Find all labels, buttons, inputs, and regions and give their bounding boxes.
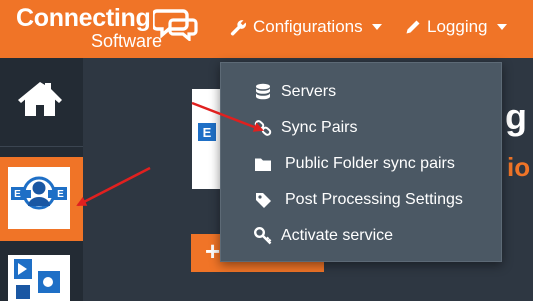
nav-logging[interactable]: Logging xyxy=(405,14,507,40)
svg-text:E: E xyxy=(14,189,21,200)
sidebar-divider xyxy=(0,146,83,147)
nav-configurations[interactable]: Configurations xyxy=(230,14,382,40)
svg-text:E: E xyxy=(57,189,64,200)
folder-icon xyxy=(253,154,273,174)
page-heading-partial: g xyxy=(505,96,527,137)
page-subheading-partial: io xyxy=(507,152,531,182)
brand-subtitle: Software xyxy=(91,31,163,51)
caret-down-icon xyxy=(371,24,382,30)
home-icon[interactable] xyxy=(16,80,64,118)
menu-item-activate-service-label: Activate service xyxy=(281,227,394,244)
sharepoint-sync-icon[interactable] xyxy=(8,255,70,301)
annotation-arrow-sidebar xyxy=(76,166,151,207)
brand-logo[interactable]: Connecting Software xyxy=(16,4,206,54)
svg-text:E: E xyxy=(203,125,212,140)
wrench-icon xyxy=(230,19,246,35)
menu-item-servers-label: Servers xyxy=(281,83,337,100)
menu-item-sync-pairs[interactable]: Sync Pairs xyxy=(221,112,501,144)
brand-name: Connecting xyxy=(16,4,151,32)
add-plus-label: + xyxy=(205,236,221,266)
key-icon xyxy=(253,226,273,246)
menu-item-post-processing-label: Post Processing Settings xyxy=(285,191,463,208)
menu-item-public-folder-sync-pairs[interactable]: Public Folder sync pairs xyxy=(221,148,501,180)
menu-item-sync-pairs-label: Sync Pairs xyxy=(281,119,358,136)
pencil-icon xyxy=(406,20,420,34)
tag-icon xyxy=(253,190,273,210)
top-navbar: Connecting Software Configurations Loggi… xyxy=(0,0,533,58)
menu-item-public-folder-label: Public Folder sync pairs xyxy=(285,155,455,172)
database-icon xyxy=(253,82,273,102)
nav-logging-label: Logging xyxy=(427,17,488,36)
caret-down-icon xyxy=(496,24,507,30)
menu-item-activate-service[interactable]: Activate service xyxy=(221,220,501,252)
menu-item-post-processing-settings[interactable]: Post Processing Settings xyxy=(221,184,501,216)
configurations-dropdown: Servers Sync Pairs Public Folder sync pa… xyxy=(220,62,502,262)
menu-item-servers[interactable]: Servers xyxy=(221,76,501,108)
nav-configurations-label: Configurations xyxy=(253,17,363,36)
link-icon xyxy=(253,118,273,138)
exchange-users-sync-icon[interactable]: E E xyxy=(8,167,70,229)
